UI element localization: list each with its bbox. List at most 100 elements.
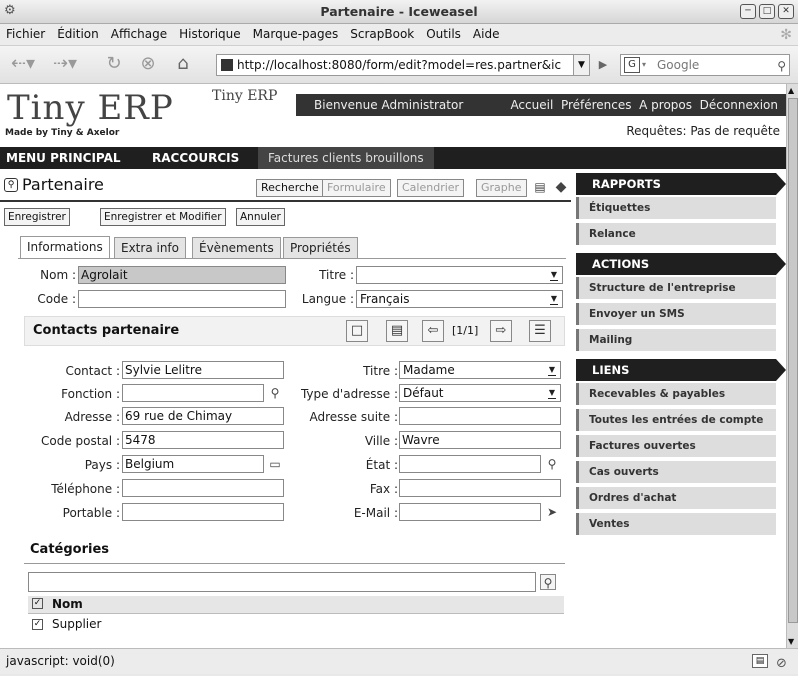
view-calendrier-button[interactable]: Calendrier xyxy=(397,179,465,197)
tab-extra-info[interactable]: Extra info xyxy=(114,237,186,259)
tab-proprietes[interactable]: Propriétés xyxy=(283,237,358,259)
sidebar-item-factures-ouvertes[interactable]: Factures ouvertes xyxy=(576,435,776,457)
stop-icon[interactable]: ⊗ xyxy=(136,53,160,77)
menu-marque-pages[interactable]: Marque-pages xyxy=(247,24,345,41)
previous-arrow-icon[interactable]: ⇦ xyxy=(422,320,444,342)
sidebar-item-ordres-achat[interactable]: Ordres d'achat xyxy=(576,487,776,509)
url-input[interactable]: http://localhost:8080/form/edit?model=re… xyxy=(216,54,574,76)
categories-search-input[interactable] xyxy=(28,572,536,592)
portable-field[interactable] xyxy=(122,503,284,521)
folder-icon[interactable]: ▭ xyxy=(267,456,283,472)
scrapbook-icon[interactable]: ▤ xyxy=(752,654,768,668)
titre-select[interactable]: ▼ xyxy=(356,266,563,284)
tab-informations[interactable]: Informations xyxy=(20,236,110,259)
contact-titre-select[interactable]: Madame ▼ xyxy=(399,361,561,379)
sidebar-item-recevables[interactable]: Recevables & payables xyxy=(576,383,776,405)
notes-icon[interactable]: ▤ xyxy=(532,179,548,195)
menu-edition[interactable]: Édition xyxy=(51,24,105,41)
search-engine-dropdown-icon[interactable]: ▾ xyxy=(642,57,646,73)
menu-outils[interactable]: Outils xyxy=(420,24,467,41)
menu-scrapbook[interactable]: ScrapBook xyxy=(344,24,420,41)
etat-field[interactable] xyxy=(399,455,541,473)
sidebar-item-mailing[interactable]: Mailing xyxy=(576,329,776,351)
menu-fichier[interactable]: Fichier xyxy=(0,24,51,41)
save-button[interactable]: Enregistrer xyxy=(4,208,70,226)
langue-select[interactable]: Français ▼ xyxy=(356,290,563,308)
link-deconnexion[interactable]: Déconnexion xyxy=(700,98,778,112)
reload-icon[interactable]: ↻ xyxy=(102,53,126,77)
next-arrow-icon[interactable]: ⇨ xyxy=(490,320,512,342)
search-icon[interactable]: ⚲ xyxy=(267,385,283,401)
sidebar-item-relance[interactable]: Relance xyxy=(576,223,776,245)
adblock-icon[interactable]: ⊘ xyxy=(776,652,787,676)
list-view-icon[interactable]: ☰ xyxy=(529,320,551,342)
home-icon[interactable]: ⌂ xyxy=(170,53,196,77)
sidebar-item-entrees-compte[interactable]: Toutes les entrées de compte xyxy=(576,409,776,431)
search-icon[interactable]: ⚲ xyxy=(540,574,556,590)
menu-principal-link[interactable]: MENU PRINCIPAL xyxy=(6,147,121,169)
delete-record-icon[interactable]: ▤ xyxy=(386,320,408,342)
view-graphe-button[interactable]: Graphe xyxy=(476,179,527,197)
column-nom-header[interactable]: Nom xyxy=(52,597,83,611)
go-icon[interactable]: ▶ xyxy=(594,54,612,76)
fax-field[interactable] xyxy=(399,479,561,497)
new-record-icon[interactable]: □ xyxy=(346,320,368,342)
pager-text: [1/1] xyxy=(452,324,479,337)
search-icon[interactable]: ⚲ xyxy=(777,56,786,76)
ville-field[interactable]: Wavre xyxy=(399,431,561,449)
link-preferences[interactable]: Préférences xyxy=(561,98,632,112)
scroll-down-icon[interactable]: ▼ xyxy=(788,637,794,646)
sidebar-item-etiquettes[interactable]: Étiquettes xyxy=(576,197,776,219)
sidebar-item-cas-ouverts[interactable]: Cas ouverts xyxy=(576,461,776,483)
cancel-button[interactable]: Annuler xyxy=(236,208,285,226)
nom-field[interactable]: Agrolait xyxy=(78,266,286,284)
search-input[interactable]: G ▾ Google ⚲ xyxy=(620,54,790,76)
select-all-checkbox[interactable]: ✓ xyxy=(32,598,43,609)
tinyerp-logo[interactable]: Tiny ERP Made by Tiny & Axelor xyxy=(5,88,200,142)
raccourcis-link[interactable]: RACCOURCIS xyxy=(152,147,239,169)
email-field[interactable] xyxy=(399,503,541,521)
row-checkbox[interactable]: ✓ xyxy=(32,619,43,630)
code-field[interactable] xyxy=(78,290,286,308)
view-recherche-button[interactable]: Recherche xyxy=(256,179,324,197)
google-icon[interactable]: G xyxy=(624,57,640,73)
sidebar-item-sms[interactable]: Envoyer un SMS xyxy=(576,303,776,325)
link-a-propos[interactable]: A propos xyxy=(639,98,692,112)
telephone-field[interactable] xyxy=(122,479,284,497)
adresse-suite-field[interactable] xyxy=(399,407,561,425)
url-history-dropdown[interactable]: ▼ xyxy=(574,54,590,76)
search-icon[interactable]: ⚲ xyxy=(544,456,560,472)
tab-evenements[interactable]: Évènements xyxy=(192,237,281,259)
code-postal-field[interactable]: 5478 xyxy=(122,431,284,449)
scrollbar-thumb[interactable] xyxy=(788,98,798,623)
requests-link[interactable]: Requêtes: Pas de requête xyxy=(626,124,780,138)
save-edit-button[interactable]: Enregistrer et Modifier xyxy=(100,208,226,226)
chevron-down-icon: ▼ xyxy=(546,387,558,399)
type-adresse-select[interactable]: Défaut ▼ xyxy=(399,384,561,402)
link-accueil[interactable]: Accueil xyxy=(510,98,553,112)
send-email-icon[interactable]: ➤ xyxy=(544,504,560,520)
fonction-field[interactable] xyxy=(122,384,264,402)
sidebar-item-structure[interactable]: Structure de l'entreprise xyxy=(576,277,776,299)
status-text: javascript: void(0) xyxy=(6,654,115,668)
sidebar-item-ventes[interactable]: Ventes xyxy=(576,513,776,535)
adresse-field[interactable]: 69 rue de Chimay xyxy=(122,407,284,425)
back-icon[interactable]: ⇠▾ xyxy=(8,53,38,77)
throbber-icon: ✻ xyxy=(780,27,792,43)
scroll-up-icon[interactable]: ▲ xyxy=(788,86,794,95)
minimize-button[interactable]: ─ xyxy=(740,4,756,19)
view-formulaire-button[interactable]: Formulaire xyxy=(322,179,391,197)
pays-field[interactable]: Belgium xyxy=(122,455,264,473)
menu-aide[interactable]: Aide xyxy=(467,24,506,41)
menu-historique[interactable]: Historique xyxy=(173,24,247,41)
navigation-toolbar: ⇠▾ ⇢▾ ↻ ⊗ ⌂ http://localhost:8080/form/e… xyxy=(0,46,798,84)
menu-affichage[interactable]: Affichage xyxy=(105,24,173,41)
maximize-button[interactable]: □ xyxy=(759,4,775,19)
close-button[interactable]: ✕ xyxy=(778,4,794,19)
page-scrollbar[interactable]: ▲ ▼ xyxy=(786,84,798,648)
shortcut-factures-brouillons[interactable]: Factures clients brouillons xyxy=(258,147,434,169)
help-icon[interactable]: ◆ xyxy=(553,179,569,195)
table-row[interactable]: ✓ Supplier xyxy=(28,616,564,634)
contact-field[interactable]: Sylvie Lelitre xyxy=(122,361,284,379)
forward-icon[interactable]: ⇢▾ xyxy=(50,53,80,77)
